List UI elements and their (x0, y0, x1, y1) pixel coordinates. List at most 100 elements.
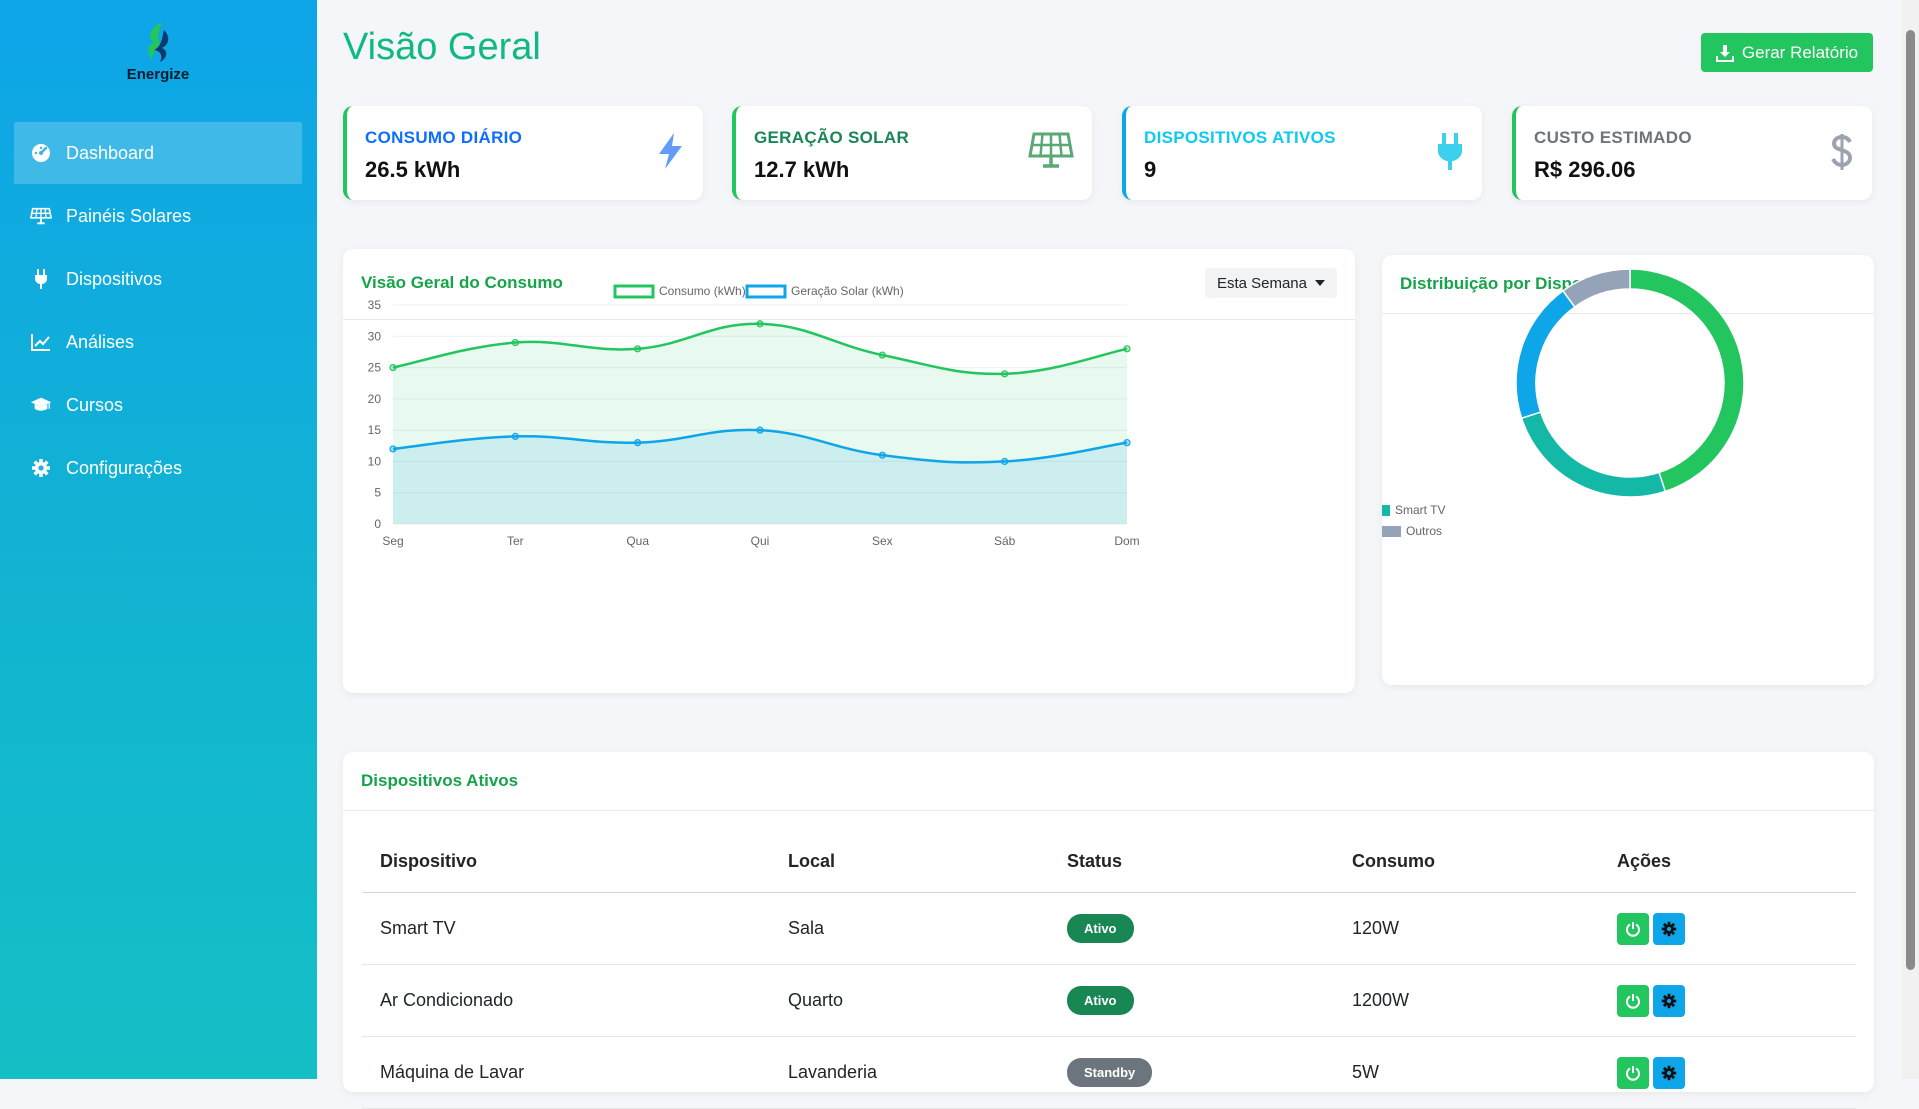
bolt-icon (655, 132, 685, 175)
y-tick-label: 15 (368, 423, 382, 437)
data-point (878, 451, 886, 459)
y-tick-label: 5 (374, 486, 381, 500)
device-name: Máquina de Lavar (362, 1036, 770, 1109)
line-chart-icon (30, 331, 52, 353)
power-toggle-button[interactable] (1617, 1056, 1649, 1089)
sidebar-item-settings[interactable]: Configurações (14, 437, 302, 499)
stat-card-estimated-cost: CUSTO ESTIMADO R$ 296.06 (1512, 106, 1872, 200)
scrollbar-thumb[interactable] (1906, 30, 1915, 970)
plug-icon (30, 268, 52, 290)
legend-label: Consumo (kWh) (659, 284, 746, 298)
stat-card-daily-consumption: CONSUMO DIÁRIO 26.5 kWh (343, 106, 703, 200)
column-header: Consumo (1334, 830, 1599, 893)
stat-value: 9 (1144, 157, 1157, 182)
data-point (1123, 345, 1131, 353)
stat-label: CONSUMO DIÁRIO (365, 128, 523, 147)
legend-swatch (1382, 505, 1390, 516)
power-toggle-button[interactable] (1617, 912, 1649, 945)
data-point (634, 439, 642, 447)
sidebar-item-dashboard[interactable]: Dashboard (14, 122, 302, 184)
solar-panel-icon (1028, 132, 1074, 175)
y-tick-label: 0 (374, 517, 381, 531)
table-row: Máquina de Lavar Lavanderia Standby 5W (362, 1036, 1856, 1109)
status-badge: Ativo (1067, 914, 1134, 943)
data-point (878, 351, 886, 359)
power-icon (1626, 1065, 1640, 1081)
sidebar-item-label: Dashboard (66, 142, 155, 163)
y-tick-label: 20 (368, 392, 382, 406)
legend-label: Geração Solar (kWh) (791, 284, 904, 298)
power-toggle-button[interactable] (1617, 984, 1649, 1017)
dashboard-icon (30, 142, 52, 164)
table-header-row: Dispositivo Local Status Consumo Ações (362, 830, 1856, 893)
device-location: Lavanderia (770, 1036, 1049, 1109)
data-point (511, 338, 519, 347)
graduation-cap-icon (30, 394, 52, 416)
energize-logo-icon (148, 22, 169, 62)
device-settings-button[interactable] (1653, 1056, 1685, 1089)
stat-card-active-devices: DISPOSITIVOS ATIVOS 9 (1122, 106, 1482, 200)
device-name: Ar Condicionado (362, 964, 770, 1037)
consumption-line-chart: 0 5 10 15 20 25 30 35 Seg Ter Qua Qui Sex Sáb Dom Consu… (368, 284, 1140, 548)
sidebar-item-solar-panels[interactable]: Painéis Solares (14, 185, 302, 247)
sidebar-item-label: Painéis Solares (66, 205, 192, 226)
generate-report-label: Gerar Relatório (1741, 42, 1859, 62)
table-row: Ar Condicionado Quarto Ativo 1200W (362, 964, 1856, 1037)
data-point (756, 426, 764, 434)
x-tick-label: Qui (751, 534, 770, 548)
device-consumption: 1200W (1334, 964, 1599, 1037)
devices-table: Dispositivo Local Status Consumo Ações S… (362, 830, 1856, 1109)
device-settings-button[interactable] (1653, 912, 1685, 945)
table-row: Smart TV Sala Ativo 120W (362, 892, 1856, 965)
sidebar-item-courses[interactable]: Cursos (14, 374, 302, 436)
gear-icon (1661, 921, 1677, 936)
plug-icon (1436, 132, 1464, 177)
sidebar-item-devices[interactable]: Dispositivos (14, 248, 302, 310)
device-name: Smart TV (362, 892, 770, 965)
distribution-card: Distribuição por Dispositivo Ar Condicio… (1382, 255, 1874, 685)
sidebar-item-label: Dispositivos (66, 268, 163, 289)
x-tick-label: Dom (1114, 534, 1139, 548)
x-tick-label: Sex (872, 534, 893, 548)
x-tick-label: Sáb (994, 534, 1016, 548)
column-header: Dispositivo (362, 830, 770, 893)
stat-value: 12.7 kWh (754, 157, 850, 182)
column-header: Local (770, 830, 1049, 893)
gear-icon (1661, 1065, 1677, 1080)
y-tick-label: 10 (368, 454, 382, 468)
doughnut-slice (1629, 268, 1745, 493)
generate-report-button[interactable]: Gerar Relatório (1701, 33, 1873, 72)
data-point (756, 320, 764, 328)
x-tick-label: Ter (507, 534, 524, 548)
doughnut-slice (1520, 411, 1667, 498)
brand-logo[interactable]: Energize (118, 20, 198, 83)
data-point (1123, 439, 1131, 447)
data-point (511, 432, 519, 440)
legend-swatch (1382, 526, 1401, 537)
y-tick-label: 25 (368, 361, 382, 375)
data-point (634, 345, 642, 353)
legend-swatch (745, 284, 787, 299)
brand-name: Energize (126, 66, 190, 83)
x-tick-label: Seg (382, 534, 403, 548)
stat-card-solar-generation: GERAÇÃO SOLAR 12.7 kWh (732, 106, 1092, 200)
column-header: Status (1049, 830, 1334, 893)
page-scrollbar[interactable] (1902, 0, 1919, 1079)
sidebar-item-analytics[interactable]: Análises (14, 311, 302, 373)
consumption-chart-card: Visão Geral do Consumo Esta Semana 0 5 10 1… (343, 249, 1355, 693)
legend-label: Smart TV (1395, 503, 1445, 517)
x-tick-label: Qua (626, 534, 649, 548)
card-title: Dispositivos Ativos (361, 771, 519, 790)
y-tick-label: 35 (368, 298, 382, 312)
device-settings-button[interactable] (1653, 984, 1685, 1017)
device-consumption: 120W (1334, 892, 1599, 965)
stat-label: CUSTO ESTIMADO (1534, 128, 1692, 147)
sidebar-item-label: Configurações (66, 457, 183, 478)
column-header: Ações (1599, 830, 1856, 893)
data-point (389, 445, 397, 453)
gear-icon (1661, 993, 1677, 1008)
sidebar-item-label: Análises (66, 331, 135, 352)
download-icon (1715, 44, 1734, 62)
device-location: Quarto (770, 964, 1049, 1037)
legend-swatch (613, 284, 655, 299)
